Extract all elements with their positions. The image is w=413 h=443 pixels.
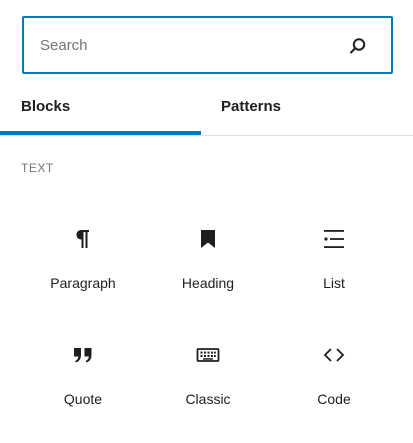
block-label: Paragraph xyxy=(50,275,116,291)
block-label: List xyxy=(323,275,345,291)
inserter-tabs: Blocks Patterns xyxy=(0,84,413,136)
bookmark-icon xyxy=(201,230,215,248)
code-icon xyxy=(323,348,345,362)
block-label: Quote xyxy=(63,391,103,407)
search-box[interactable] xyxy=(22,16,393,74)
tab-patterns[interactable]: Patterns xyxy=(201,84,402,135)
block-classic[interactable]: Classic xyxy=(143,343,273,443)
block-label: Heading xyxy=(181,275,235,291)
block-code[interactable]: Code xyxy=(269,343,399,443)
tab-blocks[interactable]: Blocks xyxy=(0,84,201,135)
paragraph-icon xyxy=(76,230,89,248)
block-list[interactable]: List xyxy=(269,227,399,327)
block-quote[interactable]: Quote xyxy=(18,343,148,443)
section-title: TEXT xyxy=(21,161,54,175)
block-label: Classic xyxy=(185,391,231,407)
list-icon xyxy=(324,230,344,248)
block-heading[interactable]: Heading xyxy=(143,227,273,327)
quote-icon xyxy=(74,348,92,363)
block-label: Code xyxy=(317,391,351,407)
block-paragraph[interactable]: Paragraph xyxy=(18,227,148,327)
keyboard-icon xyxy=(196,348,220,362)
search-input[interactable] xyxy=(40,18,330,72)
search-icon[interactable] xyxy=(349,37,367,55)
